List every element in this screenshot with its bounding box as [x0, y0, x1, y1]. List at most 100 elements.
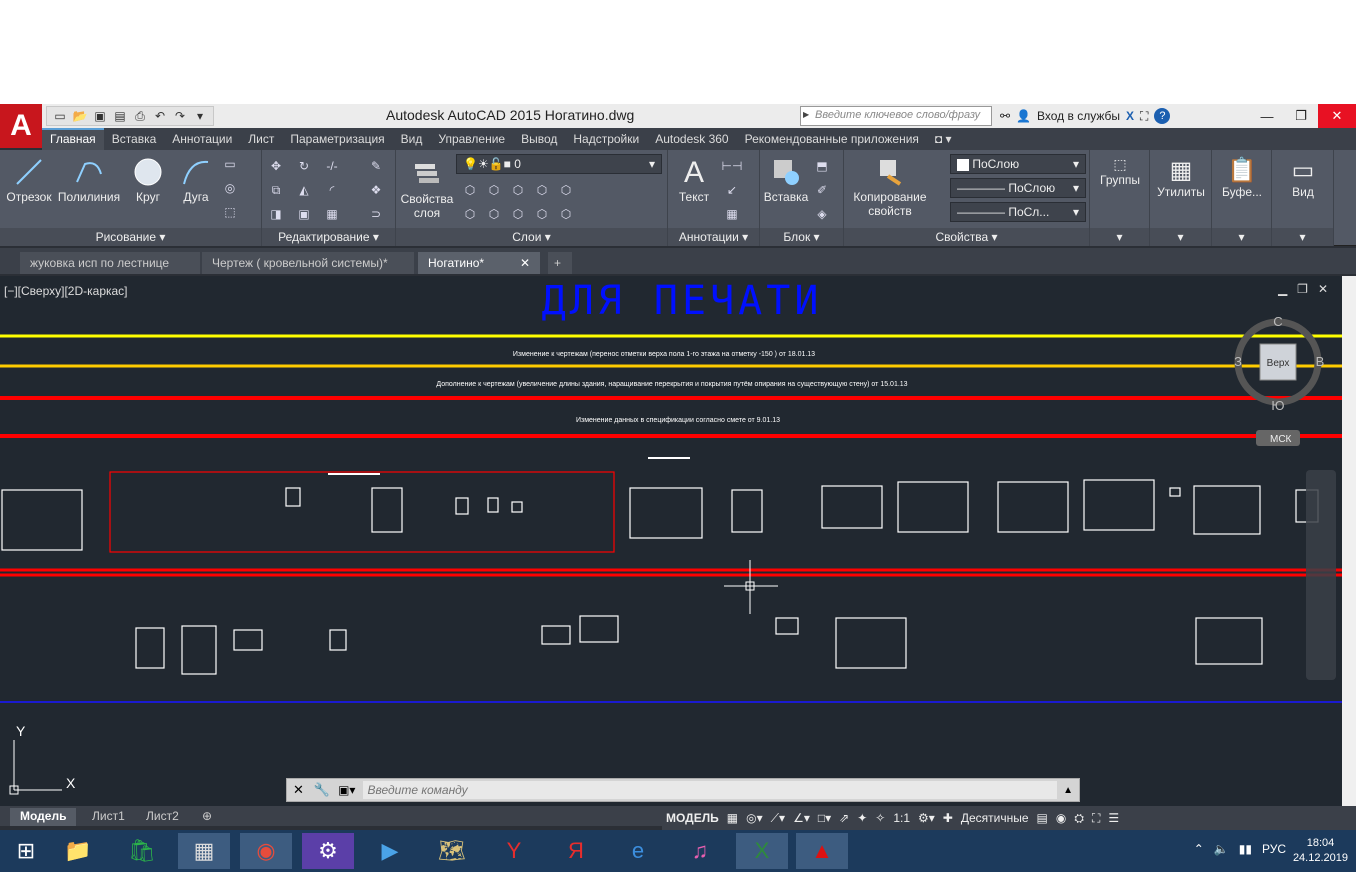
grid-icon[interactable]: ▦ — [723, 811, 742, 825]
yandex-browser-icon[interactable]: Я — [550, 833, 602, 869]
open-icon[interactable]: 📂 — [71, 107, 89, 125]
redo-icon[interactable]: ↷ — [171, 107, 189, 125]
annotation-visibility-icon[interactable]: ✦ — [853, 811, 871, 825]
region-icon[interactable]: ⬚ — [222, 204, 238, 220]
circle-button[interactable]: Круг — [126, 156, 170, 204]
panel-groups-arrow[interactable]: ▾ — [1090, 228, 1149, 246]
viewport-minimize-icon[interactable]: ▁ — [1278, 282, 1287, 296]
workspace-icon[interactable]: ⚙▾ — [914, 811, 939, 825]
layer-tool-icon[interactable]: ⬡ — [534, 182, 550, 198]
lineweight-dropdown[interactable]: ———— ПоСл... ▾ — [950, 202, 1086, 222]
save-icon[interactable]: ▣ — [91, 107, 109, 125]
panel-block-title[interactable]: Блок ▾ — [760, 228, 843, 246]
panel-draw-title[interactable]: Рисование ▾ — [0, 228, 261, 246]
calculator-app-icon[interactable]: ▦ — [178, 833, 230, 869]
explorer-icon[interactable]: 📁 — [52, 833, 104, 869]
viewcube[interactable]: Верх С Ю З В МСК — [1234, 314, 1324, 446]
settings-app-icon[interactable]: ⚙ — [302, 833, 354, 869]
start-icon[interactable]: ⊞ — [0, 833, 52, 869]
leader-icon[interactable]: ↙ — [724, 182, 740, 198]
command-prompt-icon[interactable]: ▣▾ — [334, 783, 359, 797]
trim-icon[interactable]: -/- — [324, 158, 340, 174]
layer-tool-icon[interactable]: ⬡ — [558, 182, 574, 198]
volume-icon[interactable]: 🔈 — [1214, 842, 1229, 856]
layer-tool-icon[interactable]: ⬡ — [462, 182, 478, 198]
viewport-controls-label[interactable]: [−][Сверху][2D-каркас] — [4, 284, 128, 298]
layer-tool-icon[interactable]: ⬡ — [486, 182, 502, 198]
tab-addins[interactable]: Надстройки — [565, 128, 647, 150]
command-history-icon[interactable]: ▲ — [1057, 785, 1079, 796]
tab-layout[interactable]: Лист — [240, 128, 282, 150]
units-dropdown[interactable]: Десятичные — [957, 811, 1033, 825]
insert-button[interactable]: Вставка — [762, 156, 810, 204]
tab-model[interactable]: Модель — [10, 808, 77, 826]
media-player-icon[interactable]: ▶ — [364, 833, 416, 869]
dimension-icon[interactable]: ⊢⊣ — [722, 158, 743, 174]
ribbon-options-icon[interactable]: ◘ ▾ — [927, 128, 960, 150]
hatch-icon[interactable]: ◎ — [222, 180, 238, 196]
tab-output[interactable]: Вывод — [513, 128, 565, 150]
chrome-icon[interactable]: ◉ — [240, 833, 292, 869]
table-icon[interactable]: ▦ — [724, 206, 740, 222]
layer-tool-icon[interactable]: ⬡ — [486, 206, 502, 222]
panel-view-arrow[interactable]: ▾ — [1272, 228, 1333, 246]
itunes-icon[interactable]: ♫ — [674, 833, 726, 869]
store-icon[interactable]: 🛍 — [116, 833, 168, 869]
create-block-icon[interactable]: ⬒ — [814, 158, 830, 174]
tab-home[interactable]: Главная — [42, 128, 104, 150]
help-icon[interactable]: ? — [1154, 108, 1171, 124]
scale-icon[interactable]: ▣ — [296, 206, 312, 222]
panel-utilities-arrow[interactable]: ▾ — [1150, 228, 1211, 246]
mirror-icon[interactable]: ◭ — [296, 182, 312, 198]
auto-scale-icon[interactable]: ✧ — [871, 811, 889, 825]
excel-icon[interactable]: X — [736, 833, 788, 869]
array-icon[interactable]: ▦ — [324, 206, 340, 222]
add-icon[interactable]: ✚ — [939, 811, 957, 825]
linetype-dropdown[interactable]: ———— ПоСлою ▾ — [950, 178, 1086, 198]
doc-tab[interactable]: жуковка исп по лестнице — [20, 252, 200, 274]
panel-clipboard[interactable]: 📋 Буфе... ▾ — [1212, 150, 1272, 246]
close-tab-icon[interactable]: ✕ — [520, 256, 530, 270]
offset-icon[interactable]: ⊃ — [368, 206, 384, 222]
rectangle-icon[interactable]: ▭ — [222, 156, 238, 172]
layer-dropdown[interactable]: 💡☀🔓■ 0 ▾ — [456, 154, 662, 174]
otrack-icon[interactable]: ⇗ — [835, 811, 853, 825]
viewport-restore-icon[interactable]: ❐ — [1297, 282, 1308, 296]
navigation-bar[interactable] — [1306, 470, 1336, 680]
print-icon[interactable]: ⎙ — [131, 107, 149, 125]
text-button[interactable]: A Текст — [672, 156, 716, 204]
vertical-scrollbar[interactable] — [1342, 276, 1356, 806]
panel-view[interactable]: ▭ Вид ▾ — [1272, 150, 1334, 246]
model-space-button[interactable]: МОДЕЛЬ — [662, 811, 723, 825]
panel-clipboard-arrow[interactable]: ▾ — [1212, 228, 1271, 246]
save-as-icon[interactable]: ▤ — [111, 107, 129, 125]
network-icon[interactable]: ▮▮ — [1239, 842, 1252, 856]
panel-groups[interactable]: ⬚ Группы ▾ — [1090, 150, 1150, 246]
add-layout-icon[interactable]: ⊕ — [192, 808, 222, 826]
panel-modify-title[interactable]: Редактирование ▾ — [262, 228, 395, 246]
a360-icon[interactable]: ⛶ — [1140, 109, 1148, 124]
doc-tab[interactable]: Чертеж ( кровельной системы)* — [202, 252, 414, 274]
tab-view[interactable]: Вид — [393, 128, 431, 150]
layer-tool-icon[interactable]: ⬡ — [534, 206, 550, 222]
layer-tool-icon[interactable]: ⬡ — [558, 206, 574, 222]
isolate-icon[interactable]: ◉ — [1052, 811, 1070, 825]
exchange-icon[interactable]: X — [1126, 109, 1134, 123]
signin-button[interactable]: Вход в службы — [1037, 109, 1120, 123]
erase-icon[interactable]: ✎ — [368, 158, 384, 174]
search-input[interactable]: Введите ключевое слово/фразу — [800, 106, 992, 126]
fillet-icon[interactable]: ◜ — [324, 182, 340, 198]
tab-parametric[interactable]: Параметризация — [282, 128, 392, 150]
application-menu-button[interactable]: A — [0, 104, 42, 148]
tab-insert[interactable]: Вставка — [104, 128, 165, 150]
autocad-app-icon[interactable]: ▲ — [796, 833, 848, 869]
layer-tool-icon[interactable]: ⬡ — [510, 182, 526, 198]
restore-icon[interactable]: ❐ — [1284, 104, 1318, 128]
move-icon[interactable]: ✥ — [268, 158, 284, 174]
edit-block-icon[interactable]: ✐ — [814, 182, 830, 198]
color-dropdown[interactable]: ПоСлою ▾ — [950, 154, 1086, 174]
drawing-area[interactable]: ДЛЯ ПЕЧАТИ Изменение к чертежам (перенос… — [0, 276, 1342, 806]
maps-icon[interactable]: 🗺 — [426, 833, 478, 869]
line-button[interactable]: Отрезок — [4, 156, 54, 204]
rotate-icon[interactable]: ↻ — [296, 158, 312, 174]
